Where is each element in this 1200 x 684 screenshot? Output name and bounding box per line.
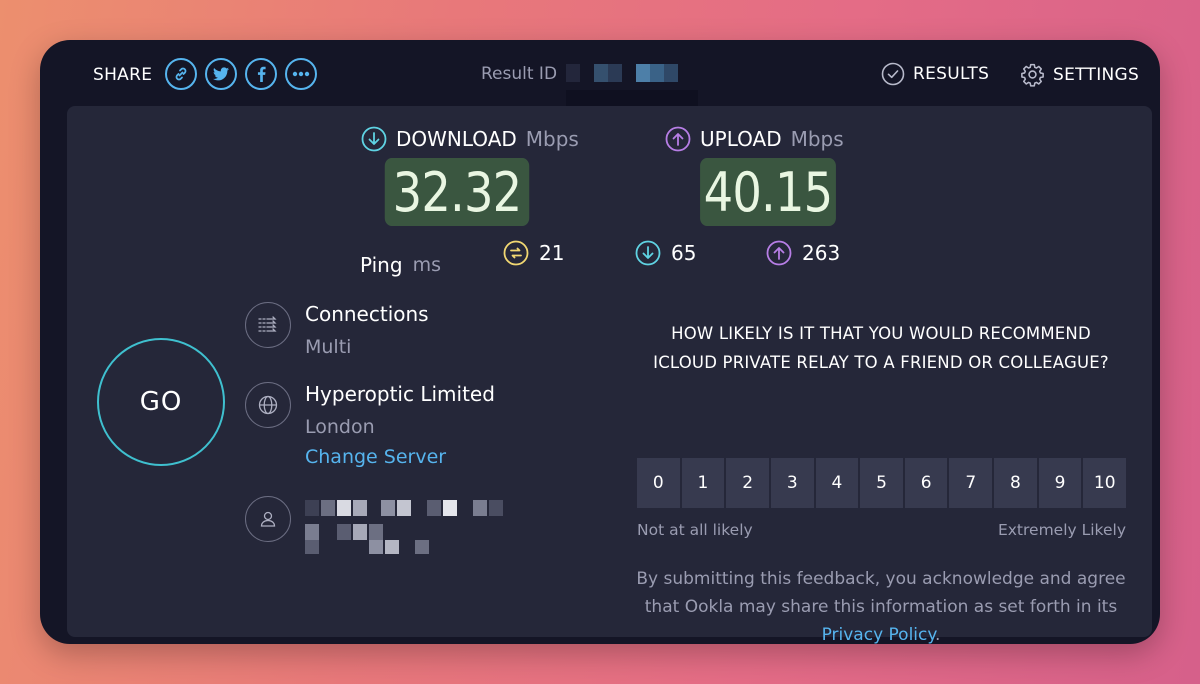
share-icons [165,58,317,90]
user-icon [245,496,291,542]
settings-button[interactable]: SETTINGS [1020,62,1139,87]
rating-4[interactable]: 4 [815,458,859,508]
gear-icon [1021,63,1044,87]
share-label: SHARE [93,65,153,85]
upload-unit: Mbps [790,127,844,151]
download-value: 32.32 [384,158,530,226]
ping-idle: 21 [503,240,564,266]
result-id-label: Result ID [481,64,558,84]
scale-low-label: Not at all likely [637,521,753,539]
upload-latency-icon [766,240,792,266]
upload-value: 40.15 [700,158,836,226]
results-label: RESULTS [913,64,990,84]
change-server-link[interactable]: Change Server [305,446,495,468]
facebook-icon[interactable] [245,58,277,90]
rating-8[interactable]: 8 [994,458,1037,508]
twitter-icon[interactable] [205,58,237,90]
rating-10[interactable]: 10 [1083,458,1127,508]
go-button[interactable]: GO [97,338,225,466]
rating-7[interactable]: 7 [949,458,993,508]
download-unit: Mbps [525,127,579,151]
speedtest-window: SHARE Result ID RESULTS SETTINGS DOWNLOA… [40,40,1160,645]
download-label: DOWNLOAD [396,127,517,151]
results-panel: DOWNLOAD Mbps 32.32 UPLOAD Mbps 40.15 Pi… [67,106,1152,645]
ping-upload: 263 [766,240,840,266]
download-arrow-icon [361,126,387,152]
globe-icon [245,382,291,428]
connections-icon [245,302,291,348]
rating-9[interactable]: 9 [1038,458,1082,508]
ping-label: Ping [360,253,403,277]
settings-label: SETTINGS [1053,64,1140,85]
rating-6[interactable]: 6 [904,458,948,508]
survey-question: HOW LIKELY IS IT THAT YOU WOULD RECOMMEN… [653,324,1109,372]
connections-title: Connections [305,302,429,326]
scale-high-label: Extremely Likely [997,521,1126,539]
top-bar: SHARE Result ID RESULTS SETTINGS [40,40,1160,110]
connections-value: Multi [305,336,352,358]
link-icon[interactable] [165,58,197,90]
upload-metric: UPLOAD Mbps 40.15 [665,126,847,226]
rating-0[interactable]: 0 [637,458,680,508]
privacy-policy-link[interactable]: Privacy Policy [822,625,935,645]
download-metric: DOWNLOAD Mbps 32.32 [361,126,579,226]
result-id-value-redacted [566,64,678,82]
server-location: London [305,416,375,438]
feedback-disclaimer: By submitting this feedback, you acknowl… [636,569,1126,645]
upload-label: UPLOAD [700,127,782,151]
recommend-survey: HOW LIKELY IS IT THAT YOU WOULD RECOMMEN… [636,319,1127,645]
ping-row: Ping ms [360,253,441,277]
download-latency-icon [635,240,661,266]
rating-3[interactable]: 3 [770,458,814,508]
scale-labels: Not at all likely Extremely Likely [637,521,1126,539]
ping-unit: ms [412,254,441,276]
isp-name: Hyperoptic Limited [305,382,495,406]
upload-arrow-icon [665,126,691,152]
ping-download: 65 [635,240,696,266]
rating-5[interactable]: 5 [860,458,903,508]
check-circle-icon [881,62,905,86]
rating-1[interactable]: 1 [681,458,725,508]
rating-2[interactable]: 2 [726,458,769,508]
results-button[interactable]: RESULTS [881,62,989,86]
rating-scale: 0 1 2 3 4 5 6 7 8 9 10 [637,458,1127,508]
more-icon[interactable] [285,58,317,90]
idle-latency-icon [503,240,529,266]
